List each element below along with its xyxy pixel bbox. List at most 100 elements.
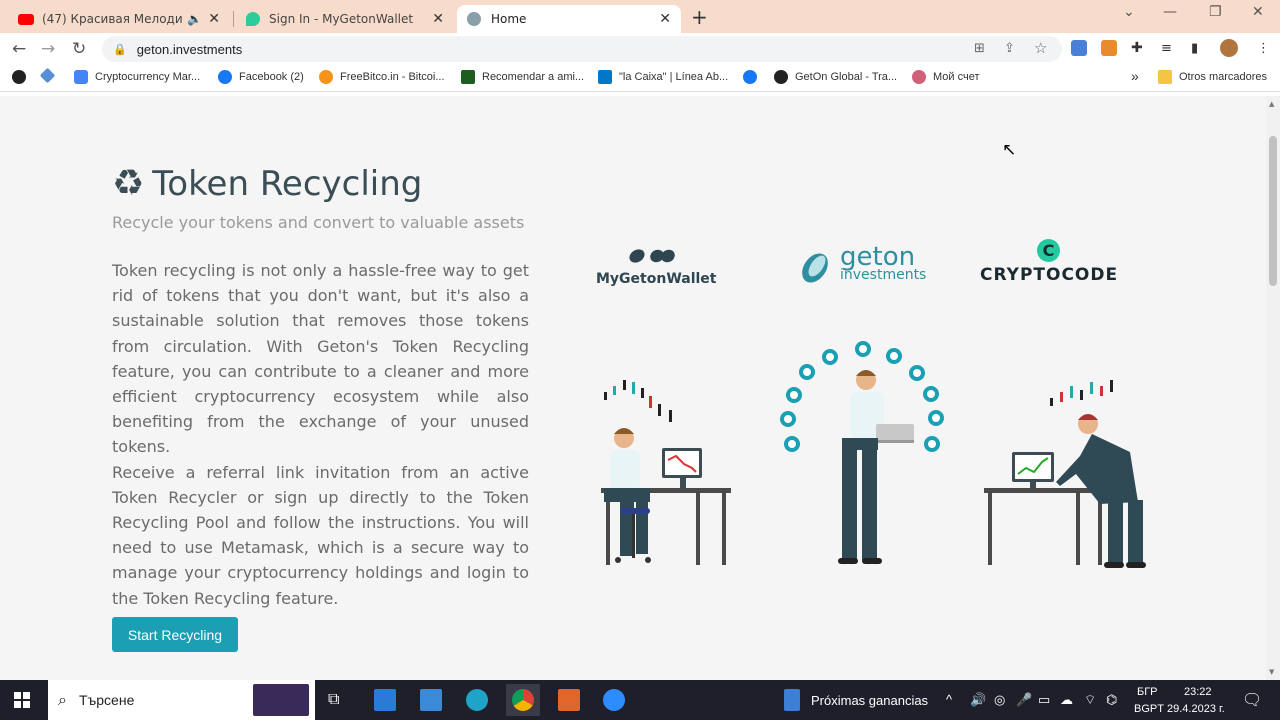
tray-overflow-icon[interactable]: ^ [946, 692, 952, 707]
browser-toolbar: ← → ↻ 🔒 geton.investments ⊞ ⇪ ☆ ✚ ≡ ▮ ⋮ [0, 33, 1280, 65]
translate-icon[interactable]: ⊞ [974, 41, 985, 56]
back-arrow-icon[interactable]: ← [12, 39, 26, 59]
bookmark-star-icon[interactable]: ☆ [1034, 39, 1047, 57]
media-controls-icon[interactable]: ≡ [1161, 41, 1172, 56]
bookmark-item[interactable]: Cryptocurrency Mar... [74, 70, 200, 84]
wallet-wordmark: MyGetonWallet [596, 271, 717, 287]
scroll-down-arrow-icon[interactable]: ▼ [1269, 668, 1274, 676]
candlestick-icon [604, 380, 672, 422]
chrome-taskbar-button[interactable] [506, 684, 540, 716]
keyboard-language[interactable]: БГР [1137, 686, 1158, 698]
mouse-cursor-icon: ↖ [1002, 140, 1017, 160]
other-bookmarks-folder[interactable]: Otros marcadores [1158, 70, 1267, 84]
investments-wordmark: investments [840, 267, 927, 283]
metamask-extension-icon[interactable] [1101, 40, 1117, 56]
network-icon[interactable]: ⌬ [1106, 692, 1117, 708]
clock-date[interactable]: 29.4.2023 г. [1167, 703, 1225, 715]
bookmarks-overflow-button[interactable]: » [1131, 68, 1139, 84]
geton-icon [467, 12, 481, 26]
cryptocode-logo: C CRYPTOCODE [980, 239, 1120, 287]
bookmark-label: Recomendar a ami... [482, 71, 585, 83]
clock-time[interactable]: 23:22 [1184, 686, 1212, 698]
happy-trader-illustration [984, 380, 1146, 568]
cryptocode-badge: C [1037, 239, 1060, 262]
facebook-icon [218, 70, 232, 84]
url-text[interactable]: geton.investments [137, 42, 243, 57]
new-tab-button[interactable]: + [691, 5, 708, 29]
tab-title: Sign In - MyGetonWallet [269, 12, 414, 26]
sad-trader-illustration [601, 380, 731, 565]
microphone-icon[interactable]: 🎤 [1016, 692, 1032, 708]
bookmark-item[interactable]: Recomendar a ami... [461, 70, 584, 84]
news-widget-text[interactable]: Próximas ganancias [811, 693, 928, 708]
geton-investments-logo: geton investments [800, 242, 940, 288]
side-panel-icon[interactable]: ▮ [1191, 41, 1198, 56]
mygetonwallet-logo: MyGetonWallet [596, 246, 717, 287]
tab-title: Home [491, 12, 527, 26]
share-icon[interactable]: ⇪ [1004, 41, 1015, 56]
investor-laptop-illustration [780, 341, 944, 564]
bookmark-diamond[interactable] [39, 67, 60, 84]
app-icon[interactable] [558, 689, 580, 711]
start-recycling-button[interactable]: Start Recycling [112, 617, 238, 652]
bookmark-item[interactable]: Мой счет [912, 70, 980, 84]
edge-icon[interactable] [466, 689, 488, 711]
tab-search-icon[interactable]: ⌄ [1123, 4, 1135, 20]
minimize-icon[interactable]: — [1163, 4, 1177, 20]
taskbar-search-box[interactable]: ⌕ Търсене [48, 680, 315, 720]
meet-icon[interactable]: ◎ [994, 692, 1005, 708]
speaker-icon[interactable]: 🔈 [187, 12, 202, 26]
lock-icon[interactable]: 🔒 [113, 43, 127, 56]
caixa-star-icon [598, 70, 612, 84]
page-title: Token Recycling [152, 163, 423, 204]
keyboard-layout[interactable]: BGPT [1134, 703, 1164, 715]
cloud-sync-icon[interactable]: ☁ [1060, 692, 1073, 708]
reload-icon[interactable]: ↻ [72, 39, 86, 59]
bookmark-globe[interactable] [12, 70, 33, 84]
close-icon[interactable]: ✕ [432, 11, 444, 27]
notifications-icon[interactable]: 🗨 [1242, 690, 1262, 710]
google-translate-extension-icon[interactable] [1071, 40, 1087, 56]
search-highlight-image [253, 684, 309, 716]
task-view-icon[interactable]: ⧉ [328, 689, 339, 711]
close-icon[interactable]: ✕ [208, 11, 220, 27]
bookmark-item[interactable]: Facebook (2) [218, 70, 304, 84]
news-widget-icon[interactable] [784, 689, 800, 711]
page-heading: ♻ Token Recycling [112, 163, 422, 204]
bookmark-label: "la Caixa" | Línea Ab... [619, 71, 729, 83]
battery-icon[interactable]: ▭ [1038, 692, 1050, 708]
tab-strip: (47) Красивая Мелодия До 🔈 ✕ Sign In - M… [0, 0, 1280, 33]
page-subtitle: Recycle your tokens and convert to valua… [112, 213, 525, 232]
wifi-icon[interactable]: ⌔ [1084, 692, 1096, 708]
mail-icon[interactable] [374, 689, 396, 711]
extensions-puzzle-icon[interactable]: ✚ [1131, 40, 1143, 56]
bookmark-item[interactable]: GetOn Global - Tra... [774, 70, 897, 84]
description: Token recycling is not only a hassle-fre… [112, 258, 529, 611]
menu-kebab-icon[interactable]: ⋮ [1257, 41, 1270, 56]
bookmark-label: Otros marcadores [1179, 71, 1268, 83]
wallet-leaves-icon [629, 249, 675, 263]
forward-arrow-icon[interactable]: → [41, 39, 55, 59]
page-scrollbar[interactable]: ▲ ▼ [1266, 96, 1280, 680]
restore-icon[interactable]: ❐ [1209, 4, 1222, 20]
store-icon[interactable] [420, 689, 442, 711]
tab-youtube[interactable]: (47) Красивая Мелодия До 🔈 ✕ [8, 5, 230, 33]
bookmark-label: Facebook (2) [239, 71, 304, 83]
coinmarketcap-icon [74, 70, 88, 84]
tab-signin[interactable]: Sign In - MyGetonWallet ✕ [236, 5, 454, 33]
tab-home[interactable]: Home ✕ [457, 5, 681, 33]
zoom-icon[interactable] [603, 689, 625, 711]
profile-avatar[interactable] [1220, 39, 1238, 57]
close-icon[interactable]: ✕ [659, 11, 671, 27]
window-close-icon[interactable]: ✕ [1252, 4, 1264, 20]
bookmark-item[interactable]: "la Caixa" | Línea Ab... [598, 70, 728, 84]
bookmarks-bar: Cryptocurrency Mar... Facebook (2) FreeB… [0, 65, 1280, 92]
address-bar[interactable]: 🔒 geton.investments [102, 36, 1062, 62]
bookmark-item[interactable] [743, 70, 764, 84]
scroll-up-arrow-icon[interactable]: ▲ [1269, 100, 1274, 108]
bookmark-item[interactable]: FreeBitco.in - Bitcoi... [319, 70, 445, 84]
search-placeholder: Търсене [78, 692, 135, 708]
scrollbar-thumb[interactable] [1269, 136, 1277, 286]
windows-start-icon[interactable] [14, 692, 30, 708]
speaker-icon[interactable]: 🔊 [970, 692, 986, 708]
